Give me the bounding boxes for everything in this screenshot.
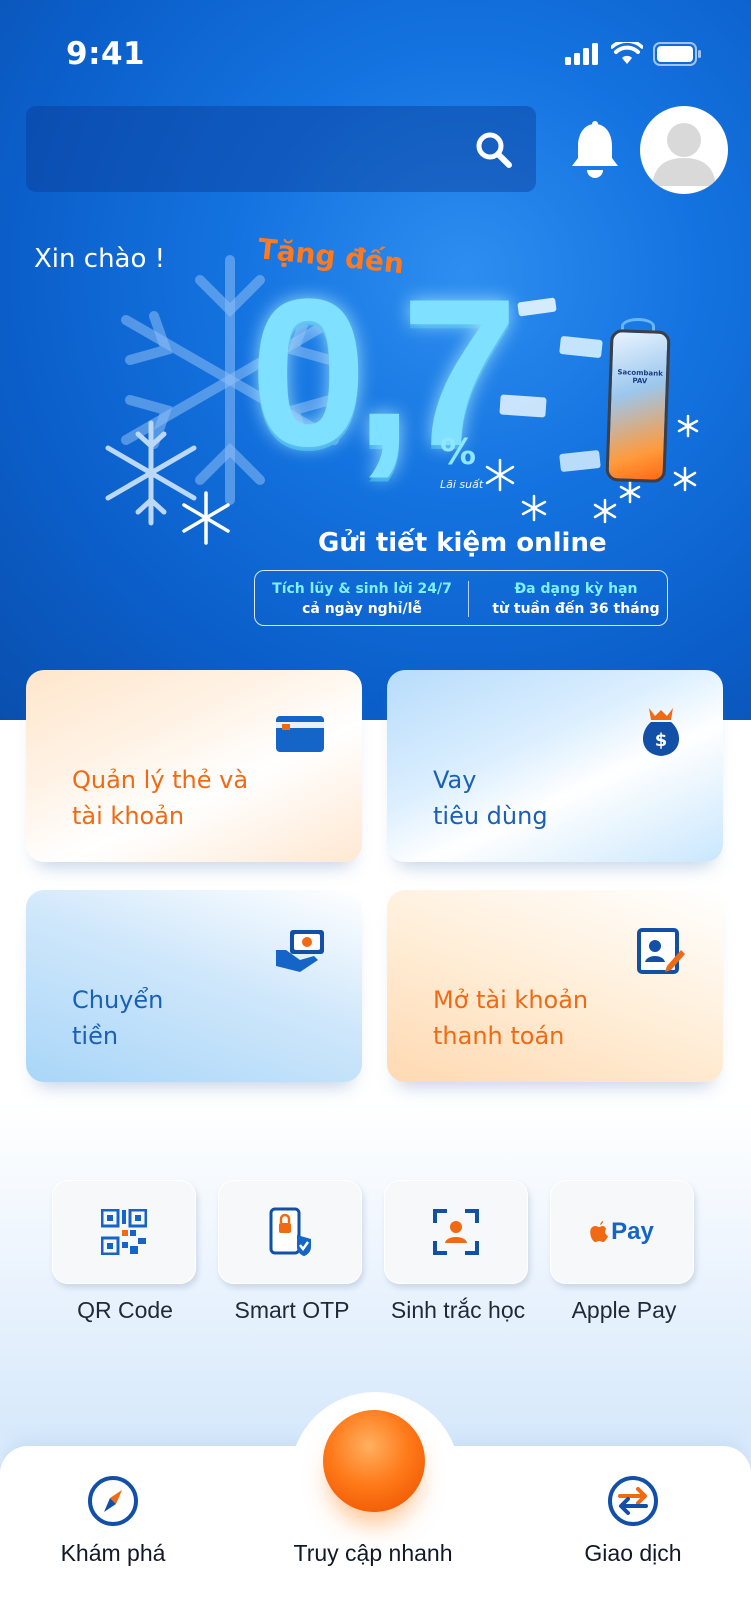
user-avatar[interactable] — [640, 106, 728, 194]
card-label-line2: tiêu dùng — [433, 802, 548, 830]
card-manage-cards-accounts[interactable]: Quản lý thẻ và tài khoản — [26, 670, 362, 862]
card-label: Quản lý thẻ và tài khoản — [72, 762, 248, 834]
card-label: Chuyển tiền — [72, 982, 163, 1054]
cellular-signal-icon — [565, 43, 598, 65]
open-account-icon — [637, 928, 685, 974]
quick-action-label: Smart OTP — [234, 1297, 350, 1323]
apple-pay-icon: Pay — [590, 1218, 654, 1246]
promo-benefit: Tích lũy & sinh lời 24/7 cả ngày nghỉ/lễ — [257, 579, 467, 619]
nav-label-quick-access[interactable]: Truy cập nhanh — [253, 1540, 493, 1567]
card-label-line1: Mở tài khoản — [433, 986, 589, 1014]
search-icon[interactable] — [474, 130, 514, 170]
home-screen: 9:41 Xin chào ! Tặng đến 0,7 % Lãi suất … — [0, 0, 751, 1624]
quick-action-label: Sinh trắc học — [390, 1297, 526, 1323]
promo-phone-image: Sacombank PAV — [605, 328, 671, 484]
promo-benefits-box: Tích lũy & sinh lời 24/7 cả ngày nghỉ/lễ… — [254, 570, 668, 626]
biometric-icon — [433, 1209, 479, 1255]
apple-logo-icon — [590, 1221, 609, 1242]
phone-brand-label: Sacombank PAV — [617, 368, 663, 386]
status-icons — [565, 42, 701, 66]
wifi-icon — [611, 42, 643, 64]
nav-explore-icon-wrap[interactable] — [13, 1474, 213, 1532]
nav-transactions-icon-wrap[interactable] — [533, 1474, 733, 1532]
card-label-line1: Quản lý thẻ và — [72, 766, 249, 794]
card-label-line2: tài khoản — [72, 802, 185, 830]
quick-access-orb[interactable] — [323, 1410, 425, 1512]
promo-benefit-line1: Tích lũy & sinh lời 24/7 — [272, 581, 452, 597]
transactions-icon[interactable] — [606, 1474, 660, 1528]
quick-smart-otp-tile[interactable] — [218, 1180, 362, 1284]
quick-action-label: Apple Pay — [571, 1297, 677, 1323]
promo-benefit-line2: cả ngày nghỉ/lễ — [302, 601, 422, 617]
card-label-line2: thanh toán — [433, 1022, 565, 1050]
battery-icon — [653, 42, 701, 66]
promo-benefit-line2: từ tuần đến 36 tháng — [492, 601, 660, 617]
promo-rate-caption: Lãi suất — [440, 478, 484, 491]
sparkle-snowflakes-icon — [485, 414, 699, 524]
status-time: 9:41 — [66, 36, 146, 72]
smart-otp-icon — [269, 1207, 311, 1256]
compass-icon[interactable] — [86, 1474, 140, 1528]
nav-label-transactions[interactable]: Giao dịch — [513, 1540, 751, 1567]
quick-biometric-tile[interactable] — [384, 1180, 528, 1284]
quick-qr-code-tile[interactable] — [52, 1180, 196, 1284]
quick-apple-pay-tile[interactable]: Pay — [550, 1180, 694, 1284]
promo-benefit-line1: Đa dạng kỳ hạn — [514, 581, 638, 597]
card-label: Vay tiêu dùng — [433, 762, 548, 834]
money-transfer-icon — [276, 930, 324, 972]
apple-pay-text: Pay — [611, 1218, 654, 1245]
qr-code-icon — [101, 1209, 147, 1255]
notification-bell-icon[interactable] — [568, 120, 622, 182]
svg-text:$: $ — [655, 730, 668, 751]
card-open-payment-account[interactable]: Mở tài khoản thanh toán — [387, 890, 723, 1082]
card-label-line1: Chuyển — [72, 986, 164, 1014]
card-money-transfer[interactable]: Chuyển tiền — [26, 890, 362, 1082]
nav-label-explore[interactable]: Khám phá — [0, 1540, 233, 1567]
card-consumer-loan[interactable]: $ Vay tiêu dùng — [387, 670, 723, 862]
promo-rate-unit: % — [440, 432, 477, 473]
money-bag-icon: $ — [642, 708, 680, 756]
flying-bill-decoration — [517, 297, 557, 317]
status-bar: 9:41 — [0, 30, 751, 80]
card-label: Mở tài khoản thanh toán — [433, 982, 588, 1054]
flying-bill-decoration — [499, 394, 547, 418]
promo-divider — [468, 581, 469, 617]
search-bar[interactable] — [26, 106, 536, 192]
quick-action-label: QR Code — [77, 1297, 173, 1323]
card-label-line2: tiền — [72, 1022, 119, 1050]
user-silhouette-icon — [652, 123, 716, 186]
card-label-line1: Vay — [433, 766, 477, 794]
promo-benefit: Đa dạng kỳ hạn từ tuần đến 36 tháng — [471, 579, 681, 619]
white-snowflake-icon — [182, 491, 230, 545]
card-icon — [276, 716, 324, 752]
flying-bill-decoration — [559, 335, 603, 359]
greeting-text: Xin chào ! — [34, 244, 166, 274]
promo-title: Gửi tiết kiệm online — [318, 528, 607, 558]
